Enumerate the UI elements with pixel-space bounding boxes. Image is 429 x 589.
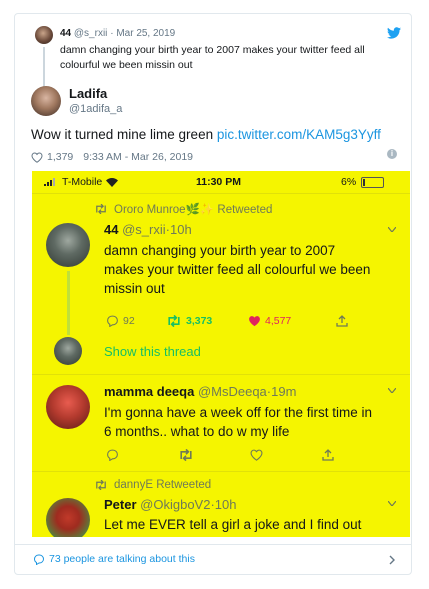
parent-tweet[interactable]: 44 @s_rxii · Mar 25, 2019 damn changing … [15,14,411,91]
chevron-down-icon[interactable] [388,501,396,506]
parent-tweet-date[interactable]: Mar 25, 2019 [116,28,175,39]
retweet-action[interactable] [178,449,250,461]
tweet-actions: 92 3,373 4,577 [106,315,348,327]
tweet-card: 44 @s_rxii · Mar 25, 2019 damn changing … [14,13,412,575]
battery-indicator: 6% [341,176,385,188]
feed-author-name[interactable]: Peter [104,497,137,512]
retweeted-by[interactable]: Ororo Munroe🌿✨ Retweeted [114,202,272,216]
tweet-media-link[interactable]: pic.twitter.com/KAM5g3Yyff [217,127,381,142]
chevron-right-icon[interactable] [389,555,395,565]
info-icon[interactable]: i [387,149,397,159]
like-count[interactable]: 1,379 [47,151,73,163]
tweet-timestamp[interactable]: 9:33 AM - Mar 26, 2019 [83,151,193,163]
parent-author-handle[interactable]: @s_rxii [74,28,108,39]
feed-tweet[interactable]: Ororo Munroe🌿✨ Retweeted 44 @s_rxii·10h … [32,193,410,373]
like-action[interactable]: 4,577 [248,315,336,327]
share-action[interactable] [336,315,348,327]
talking-count: 73 people are talking about this [49,553,195,565]
parent-tweet-text: damn changing your birth year to 2007 ma… [60,44,365,71]
feed-author-name[interactable]: 44 [104,222,118,237]
author-avatar[interactable] [31,86,61,116]
chevron-down-icon[interactable] [388,227,396,232]
tweet-body: Wow it turned mine lime green [31,127,214,142]
thread-avatar[interactable] [54,337,82,365]
reply-icon [107,449,118,461]
tweet-meta: 1,379 9:33 AM - Mar 26, 2019 [31,151,193,163]
feed-avatar[interactable] [46,385,90,429]
phone-status-bar: T-Mobile 11:30 PM 6% [32,171,410,193]
parent-tweet-header: 44 @s_rxii · Mar 25, 2019 [60,28,175,39]
signal-icon [44,178,55,186]
separator-dot: · [110,28,114,39]
retweet-context: Ororo Munroe🌿✨ Retweeted [94,202,272,216]
tweet-actions [106,449,334,461]
retweeted-by[interactable]: dannyE Retweeted [114,479,211,491]
share-action[interactable] [322,449,334,461]
feed-tweet-header: Peter @OkigboV2·10h [104,497,237,512]
heart-icon[interactable] [31,151,43,163]
tweet-text: Wow it turned mine lime green pic.twitte… [31,127,381,142]
feed-tweet-text: Let me EVER tell a girl a joke and I fin… [104,517,362,537]
feed-author-handle[interactable]: @MsDeeqa [198,384,267,399]
retweet-icon [96,204,106,214]
feed-tweet-header: mamma deeqa @MsDeeqa·19m [104,384,297,399]
speech-bubble-icon [33,554,45,565]
attached-screenshot[interactable]: T-Mobile 11:30 PM 6% Ororo Munroe🌿✨ Retw… [32,171,410,537]
feed-author-handle[interactable]: @OkigboV2 [140,497,210,512]
feed-tweet-text: I'm gonna have a week off for the first … [104,405,372,439]
carrier-name: T-Mobile [62,176,103,188]
feed-author-name[interactable]: mamma deeqa [104,384,194,399]
parent-avatar[interactable] [35,26,53,44]
retweet-action[interactable]: 3,373 [166,315,248,327]
retweet-icon [96,480,106,490]
chevron-down-icon[interactable] [388,388,396,393]
heart-icon [250,449,263,461]
feed-tweet-age: 19m [271,384,297,399]
thread-line [67,271,70,335]
reply-count: 92 [123,315,135,327]
reply-action[interactable]: 92 [106,315,166,327]
conversation-footer[interactable]: 73 people are talking about this [15,544,411,574]
battery-percent: 6% [341,176,357,188]
talking-link[interactable]: 73 people are talking about this [33,553,195,565]
feed-author-handle[interactable]: @s_rxii [122,222,166,237]
wifi-icon [106,177,119,187]
share-icon [336,315,348,327]
feed-avatar[interactable] [46,498,90,537]
thread-connector [43,47,45,91]
retweet-count: 3,373 [186,315,213,327]
feed-tweet-age: 10h [169,222,192,237]
retweet-icon [180,449,192,461]
parent-author-name[interactable]: 44 [60,28,71,39]
feed-tweet-age: 10h [214,497,237,512]
feed-tweet-header: 44 @s_rxii·10h [104,222,192,237]
retweet-icon [168,315,180,327]
author-handle[interactable]: @1adifa_a [69,103,122,115]
feed-tweet-text: damn changing your birth year to 2007 ma… [104,243,371,296]
reply-action[interactable] [106,449,178,461]
share-icon [322,449,334,461]
feed-avatar[interactable] [46,223,90,267]
heart-filled-icon [249,316,260,327]
reply-icon [107,315,118,327]
like-count-feed: 4,577 [265,315,292,327]
phone-clock: 11:30 PM [196,176,241,188]
like-action[interactable] [250,449,322,461]
feed-tweet[interactable]: dannyE Retweeted Peter @OkigboV2·10h Let… [32,472,410,537]
feed-tweet[interactable]: mamma deeqa @MsDeeqa·19m I'm gonna have … [32,375,410,471]
author-name[interactable]: Ladifa [69,86,107,101]
show-thread-link[interactable]: Show this thread [104,344,201,359]
twitter-bird-icon[interactable] [387,27,401,39]
carrier-indicator: T-Mobile [44,176,119,188]
retweet-context: dannyE Retweeted [94,479,211,491]
battery-icon [361,176,385,188]
